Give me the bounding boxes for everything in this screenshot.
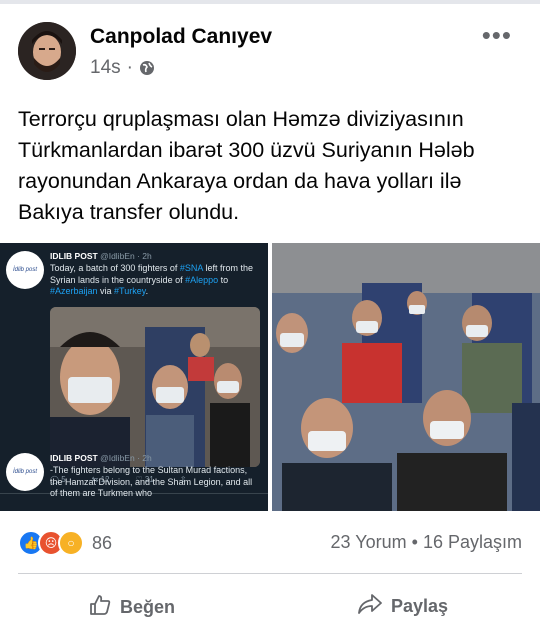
tweet-text-fragment: via	[97, 286, 115, 296]
hashtag[interactable]: #SNA	[180, 263, 203, 273]
stats-separator: •	[411, 532, 418, 552]
tweet-avatar: İdlib post	[6, 453, 44, 491]
actions-divider	[18, 573, 522, 574]
top-border	[0, 0, 540, 4]
tweet-text-fragment: to	[218, 274, 229, 285]
comment-count[interactable]: 23 Yorum	[331, 532, 407, 552]
tweet-text-fragment: Today, a batch of 300 fighters of	[50, 263, 180, 273]
tweet-text-fragment: .	[145, 286, 149, 296]
author-name[interactable]: Canpolad Canıyev	[90, 25, 272, 49]
tweet-text: Today, a batch of 300 fighters of #SNA l…	[50, 263, 260, 298]
hashtag[interactable]: #Turkey	[114, 286, 146, 296]
tweet-1: İdlib post IDLIB POST @IdlibEn · 2h Toda…	[6, 251, 260, 298]
engagement-stats: 23 Yorum • 16 Paylaşım	[331, 532, 522, 553]
tweet-author: IDLIB POST	[50, 251, 98, 261]
thumbs-up-icon	[88, 593, 112, 622]
reaction-count: 86	[92, 532, 113, 553]
share-count[interactable]: 16 Paylaşım	[423, 532, 522, 552]
hashtag[interactable]: #Azerbaijan	[50, 286, 98, 296]
tweet-avatar: İdlib post	[6, 251, 44, 289]
like-label: Beğen	[120, 597, 176, 617]
wow-reaction-icon: ○	[58, 530, 84, 556]
tweet-2: İdlib post IDLIB POST @IdlibEn · 2h -The…	[6, 453, 260, 500]
post-meta: 14s ·	[90, 57, 155, 79]
tweet-handle: @IdlibEn · 2h	[100, 251, 152, 261]
tweet-text: -The fighters belong to the Sultan Murad…	[50, 465, 253, 498]
share-label: Paylaş	[391, 596, 449, 616]
share-button[interactable]: Paylaş	[357, 593, 448, 620]
tweet-photo	[50, 307, 260, 467]
globe-icon	[139, 60, 155, 76]
hashtag[interactable]: #Aleppo	[185, 275, 218, 285]
post-time[interactable]: 14s	[90, 57, 121, 79]
post-media[interactable]: İdlib post IDLIB POST @IdlibEn · 2h Toda…	[0, 243, 540, 511]
tweet-screenshot[interactable]: İdlib post IDLIB POST @IdlibEn · 2h Toda…	[0, 243, 268, 511]
meta-separator: ·	[126, 57, 133, 78]
tweet-author: IDLIB POST	[50, 453, 98, 463]
reactions-summary[interactable]: 👍 ☹ ○ 86	[18, 530, 112, 556]
like-button[interactable]: Beğen	[88, 593, 175, 622]
tweet-handle: @IdlibEn · 2h	[100, 453, 152, 463]
more-options-button[interactable]: •••	[482, 20, 512, 51]
share-arrow-icon	[357, 593, 383, 620]
group-photo[interactable]	[272, 243, 540, 511]
post-text: Terrorçu qruplaşması olan Həmzə diviziya…	[18, 107, 475, 224]
author-avatar[interactable]	[18, 22, 76, 80]
